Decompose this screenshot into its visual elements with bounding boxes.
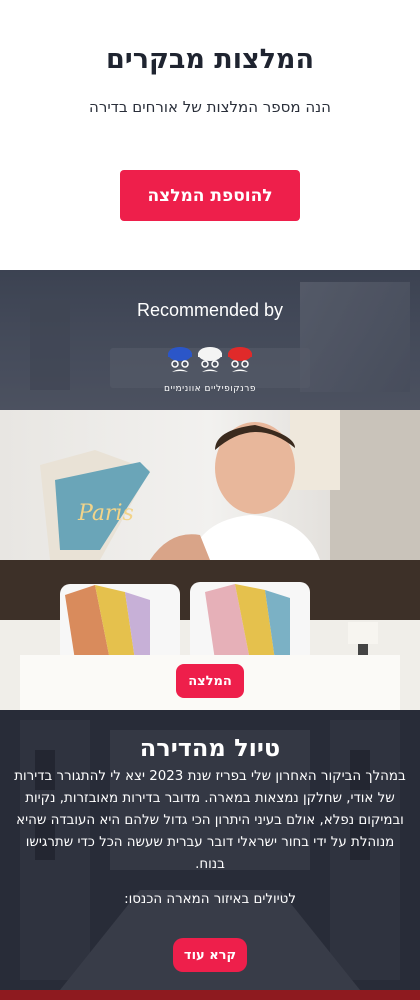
recommendations-header: המלצות מבקרים הנה מספר המלצות של אורחים …: [0, 0, 420, 270]
guest-with-book-illustration: Paris: [40, 410, 420, 560]
tour-title: טיול מהדירה: [139, 734, 281, 762]
footer-strip: [0, 990, 420, 1000]
partner-logo: פרנקופיליים אוונימיים: [160, 344, 260, 400]
page-subtitle: הנה מספר המלצות של אורחים בדירה: [89, 98, 331, 116]
add-recommendation-button[interactable]: להוספת המלצה: [120, 170, 300, 221]
mustache-hats-icon: [168, 347, 252, 372]
tour-description: במהלך הביקור האחרון שלי בפריז שנת 2023 י…: [14, 769, 406, 872]
recommendation-button[interactable]: המלצה: [176, 664, 244, 698]
logo-caption: פרנקופיליים אוונימיים: [164, 384, 256, 394]
recommended-by-label: Recommended by: [136, 300, 284, 320]
recommended-by-banner: Recommended by פרנקופיליים אוונימיים: [0, 270, 420, 410]
svg-text:Paris: Paris: [77, 501, 134, 526]
tour-section: טיול מהדירה במהלך הביקור האחרון שלי בפרי…: [0, 710, 420, 990]
page-title: המלצות מבקרים: [105, 44, 315, 75]
bedroom-photo: המלצה: [0, 560, 420, 710]
tour-subtext: לטיולים באיזור המארה הכנסו:: [124, 892, 296, 907]
guest-photo: Paris: [0, 410, 420, 560]
read-more-button[interactable]: קרא עוד: [173, 938, 247, 972]
